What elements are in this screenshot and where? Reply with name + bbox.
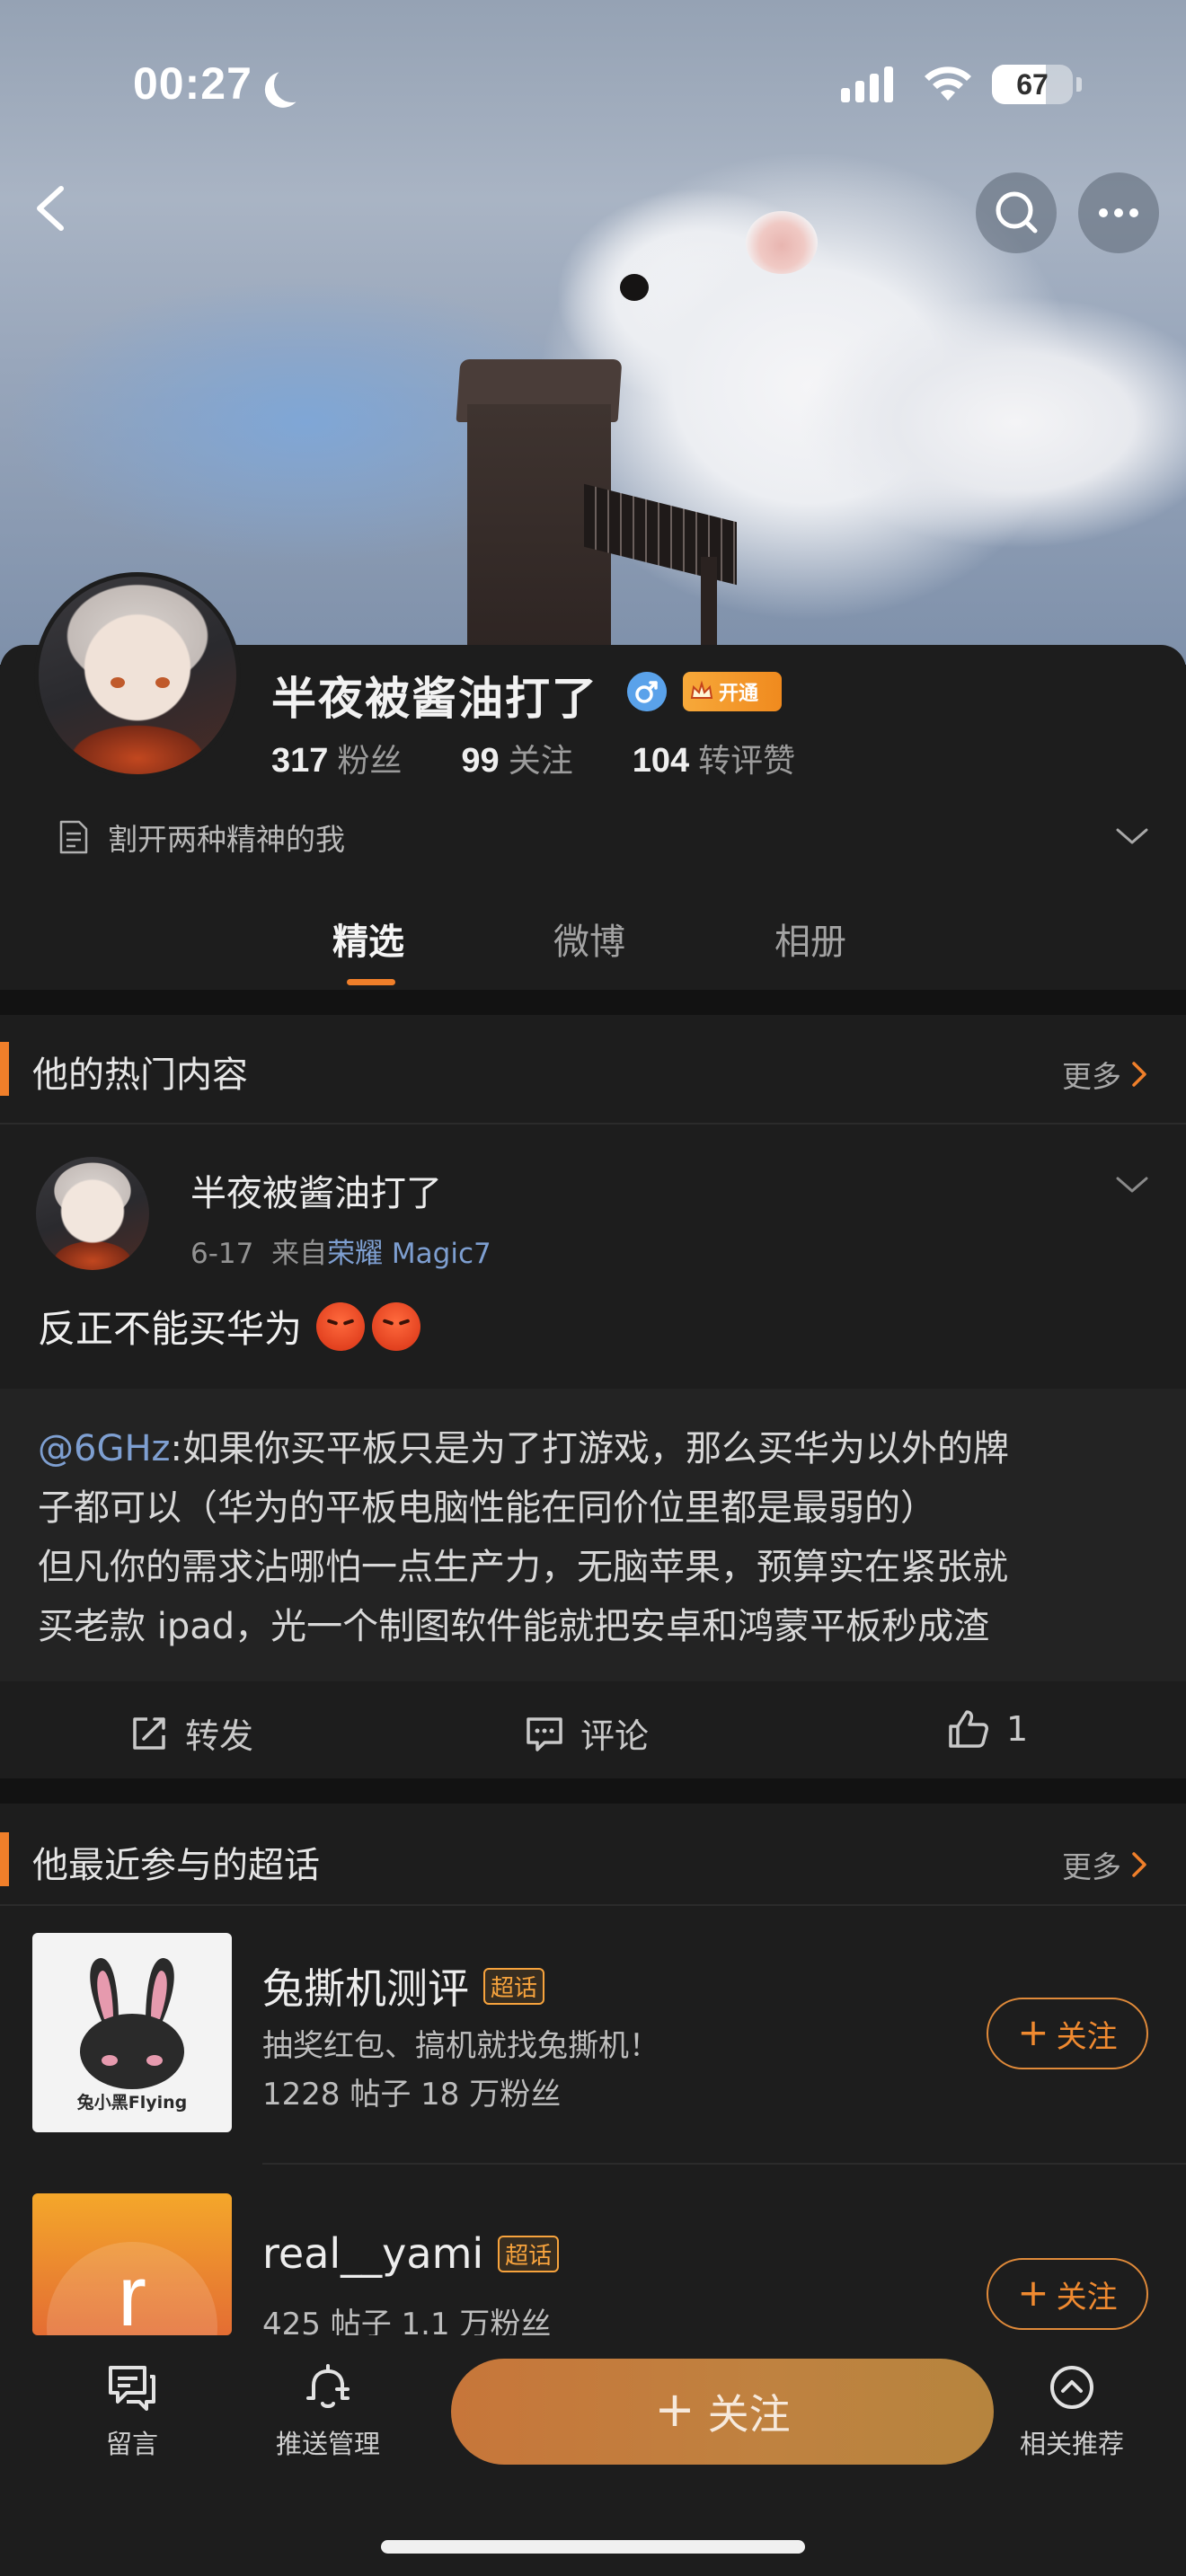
topic-stats: 1228 帖子 18 万粉丝 [262,2077,562,2113]
quoted-post[interactable]: @6GHz:如果你买平板只是为了打游戏，那么买华为以外的牌 子都可以（华为的平板… [0,1389,1186,1681]
chevron-right-icon [1132,1062,1146,1087]
battery-level: 67 [1016,68,1049,101]
more-link[interactable]: 更多 [1062,1843,1148,1886]
bio-text: 割开两种精神的我 [108,822,345,857]
tab-featured[interactable]: 精选 [332,913,404,965]
section-title: 他的热门内容 [32,1054,248,1096]
comment-button[interactable]: 评论 [525,1708,649,1758]
topic-name: 兔撕机测评 [262,1964,469,2013]
wifi-icon [925,66,971,101]
follow-topic-button[interactable]: + 关注 [987,2258,1148,2330]
topic-name: real__yami [262,2229,484,2278]
search-icon [996,191,1038,234]
battery-icon: 67 [992,65,1073,104]
mention-link[interactable]: @6GHz [38,1428,171,1469]
topic-thumbnail[interactable]: r [32,2193,232,2335]
super-topic-tag: 超话 [483,1967,545,2005]
stat-interactions[interactable]: 104 转评赞 [633,735,795,781]
home-indicator [381,2540,805,2554]
push-settings-button[interactable]: 推送管理 [243,2362,413,2461]
document-icon [59,820,88,854]
post-text: 反正不能买华为 [38,1299,421,1354]
post-meta: 6-17 来自荣耀 Magic7 [190,1238,491,1270]
more-options-button[interactable] [1078,172,1159,253]
follow-topic-button[interactable]: + 关注 [987,1998,1148,2069]
chevron-down-icon[interactable] [1114,825,1150,848]
message-button[interactable]: 留言 [47,2362,217,2461]
plus-icon: + [1017,2009,1049,2054]
status-time: 00:27 [133,58,252,109]
bell-icon [306,2364,350,2408]
tab-weibo[interactable]: 微博 [553,913,625,965]
male-gender-icon [627,672,667,711]
chevron-down-icon[interactable] [1114,1173,1150,1196]
more-link[interactable]: 更多 [1062,1053,1148,1096]
super-topic-tag: 超话 [498,2235,560,2272]
topic-description: 抽奖红包、搞机就找兔撕机！ [262,2028,659,2064]
thumbs-up-icon [949,1710,988,1748]
repost-icon [133,1716,165,1750]
active-tab-indicator [347,979,395,985]
ellipsis-icon [1099,208,1138,217]
repost-button[interactable]: 转发 [129,1708,253,1758]
vip-badge[interactable]: 开通 [683,672,782,711]
profile-stats: 317 粉丝 99 关注 104 转评赞 [271,735,795,781]
post-author-avatar[interactable] [36,1157,149,1270]
profile-tabs: 精选 微博 相册 [0,904,1186,990]
vip-label: 开通 [719,683,759,705]
back-arrow-icon[interactable] [20,176,74,241]
post-source[interactable]: 荣耀 Magic7 [327,1238,491,1270]
post-author-name[interactable]: 半夜被酱油打了 [190,1164,442,1216]
search-button[interactable] [976,172,1057,253]
crown-icon [690,680,713,699]
like-count: 1 [1006,1709,1029,1749]
post-actions: 转发 评论 1 [0,1681,1186,1778]
plus-icon: + [654,2380,695,2438]
follow-user-button[interactable]: + 关注 [451,2359,994,2465]
message-bubble-icon [109,2366,155,2411]
plus-icon: + [1017,2270,1049,2315]
stat-following[interactable]: 99 关注 [461,735,572,781]
comment-icon [527,1716,562,1751]
topic-thumbnail[interactable]: 兔小黑Flying [32,1933,232,2132]
tab-album[interactable]: 相册 [774,913,846,965]
cellular-signal-icon [841,65,893,102]
angry-emoji-icon [316,1301,366,1351]
like-button[interactable]: 1 [947,1708,1028,1750]
related-recommend-button[interactable]: 相关推荐 [987,2362,1157,2461]
chevron-right-icon [1132,1852,1146,1877]
profile-bio[interactable]: 割开两种精神的我 [58,816,345,859]
stat-followers[interactable]: 317 粉丝 [271,735,402,781]
profile-avatar[interactable] [34,572,241,779]
angry-emoji-icon [372,1301,421,1351]
section-title: 他最近参与的超话 [32,1845,320,1886]
profile-name: 半夜被酱油打了 [271,673,598,725]
chevron-up-circle-icon [1050,2366,1093,2409]
banner-hamster [746,211,818,274]
